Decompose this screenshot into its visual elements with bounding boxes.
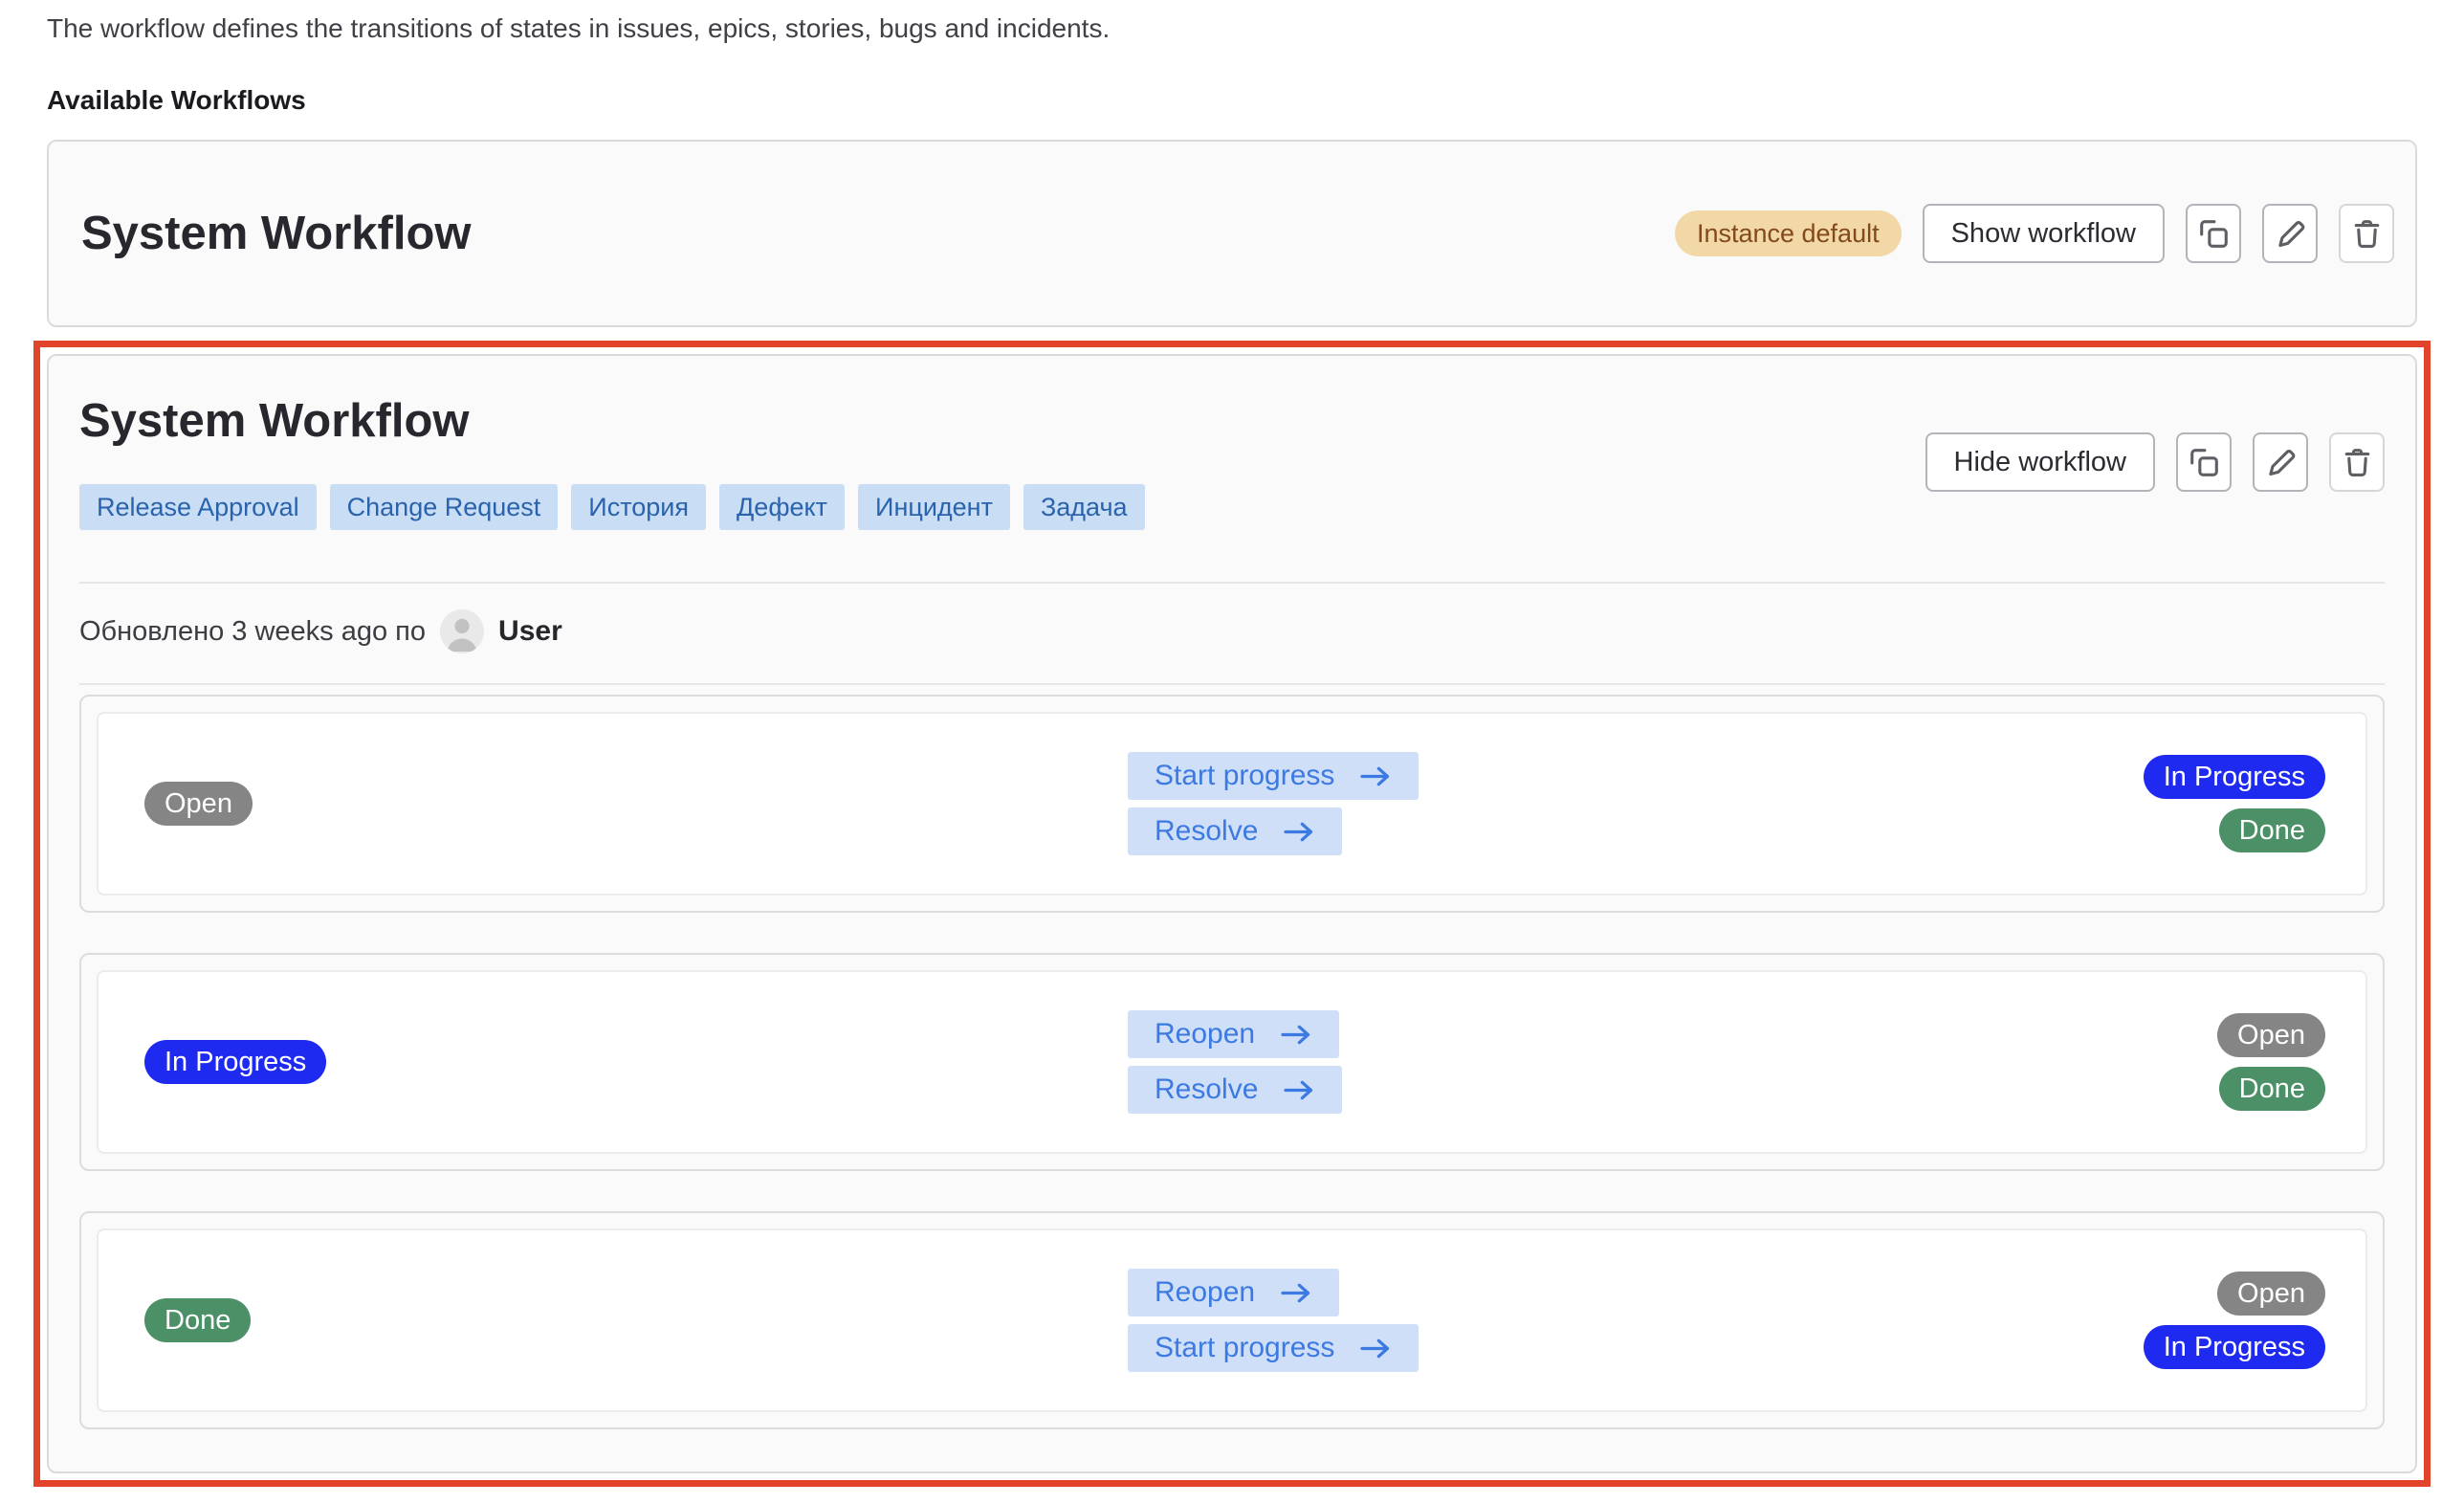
updated-text: Обновлено 3 weeks ago по xyxy=(79,616,426,648)
from-state: Open xyxy=(144,782,253,826)
pencil-icon xyxy=(2266,448,2296,477)
transition-label: Reopen xyxy=(1155,1276,1255,1309)
to-states: In Progress Done xyxy=(2144,755,2325,852)
arrow-right-icon xyxy=(1359,1337,1392,1360)
transition-label: Resolve xyxy=(1155,1073,1258,1106)
transition-button-reopen[interactable]: Reopen xyxy=(1128,1269,1339,1316)
transition-button-resolve[interactable]: Resolve xyxy=(1128,807,1342,855)
show-workflow-button[interactable]: Show workflow xyxy=(1923,204,2165,263)
user-name: User xyxy=(498,615,562,648)
delete-workflow-button[interactable] xyxy=(2339,204,2394,263)
arrow-right-icon xyxy=(1359,764,1392,788)
transition-button-start-progress[interactable]: Start progress xyxy=(1128,1324,1419,1372)
tag-defect: Дефект xyxy=(719,484,845,530)
instance-default-badge: Instance default xyxy=(1675,210,1902,256)
workflow-title: System Workflow xyxy=(81,207,472,260)
transition-group-open: Open Start progress Resolve In Progress Done xyxy=(79,695,2385,913)
workflow-card-selected: System Workflow Release Approval Change … xyxy=(47,354,2417,1473)
available-workflows-heading: Available Workflows xyxy=(47,84,2417,117)
state-pill-done: Done xyxy=(144,1298,251,1342)
transition-button-resolve[interactable]: Resolve xyxy=(1128,1066,1342,1114)
state-pill-done: Done xyxy=(2219,1067,2325,1111)
transition-actions: Reopen Resolve xyxy=(1128,1010,1342,1114)
edit-workflow-button[interactable] xyxy=(2262,204,2318,263)
tag-incident: Инцидент xyxy=(858,484,1010,530)
transition-group-in-progress: In Progress Reopen Resolve Open Done xyxy=(79,953,2385,1171)
to-states: Open In Progress xyxy=(2144,1272,2325,1369)
arrow-right-icon xyxy=(1283,1078,1315,1102)
workflow-header: System Workflow Release Approval Change … xyxy=(79,394,2385,530)
transition-actions: Reopen Start progress xyxy=(1128,1269,1419,1372)
duplicate-icon xyxy=(2189,448,2219,477)
state-pill-open: Open xyxy=(2217,1013,2325,1057)
transition-label: Resolve xyxy=(1155,815,1258,848)
duplicate-workflow-button[interactable] xyxy=(2186,204,2241,263)
hide-workflow-button[interactable]: Hide workflow xyxy=(1925,432,2156,492)
divider xyxy=(79,683,2385,685)
edit-workflow-button[interactable] xyxy=(2253,432,2308,492)
transition-button-reopen[interactable]: Reopen xyxy=(1128,1010,1339,1058)
transition-rows: OpenStart progressResolveIn ProgressDone… xyxy=(79,695,2385,1429)
duplicate-workflow-button[interactable] xyxy=(2176,432,2232,492)
transition-card: In Progress Reopen Resolve Open Done xyxy=(97,970,2367,1154)
arrow-right-icon xyxy=(1283,820,1315,844)
trash-icon xyxy=(2352,219,2382,249)
workflow-controls: Hide workflow xyxy=(1925,432,2386,492)
state-pill-in-progress: In Progress xyxy=(144,1040,326,1084)
from-state: In Progress xyxy=(144,1040,326,1084)
to-states: Open Done xyxy=(2217,1013,2325,1111)
tag-release-approval: Release Approval xyxy=(79,484,317,530)
transition-card: Done Reopen Start progress Open In Progress xyxy=(97,1228,2367,1412)
transition-card: Open Start progress Resolve In Progress Done xyxy=(97,712,2367,896)
workflow-card-default: System Workflow Instance default Show wo… xyxy=(47,140,2417,327)
tag-change-request: Change Request xyxy=(330,484,559,530)
transition-label: Reopen xyxy=(1155,1018,1255,1051)
delete-workflow-button[interactable] xyxy=(2329,432,2385,492)
tag-task: Задача xyxy=(1023,484,1145,530)
arrow-right-icon xyxy=(1280,1023,1312,1047)
tag-story: История xyxy=(571,484,706,530)
transition-actions: Start progress Resolve xyxy=(1128,752,1419,855)
duplicate-icon xyxy=(2199,219,2229,249)
state-pill-open: Open xyxy=(2217,1272,2325,1316)
pencil-icon xyxy=(2276,219,2305,249)
user-avatar xyxy=(440,609,484,653)
arrow-right-icon xyxy=(1280,1281,1312,1305)
divider xyxy=(79,582,2385,584)
workflow-tags: Release Approval Change Request История … xyxy=(79,484,1145,530)
workflow-title: System Workflow xyxy=(79,394,1145,448)
transition-group-done: Done Reopen Start progress Open In Progress xyxy=(79,1211,2385,1429)
workflows-page: The workflow defines the transitions of … xyxy=(0,0,2464,1487)
updated-info: Обновлено 3 weeks ago по User xyxy=(79,608,2385,654)
selection-highlight-border: System Workflow Release Approval Change … xyxy=(33,341,2431,1487)
state-pill-done: Done xyxy=(2219,808,2325,852)
transition-label: Start progress xyxy=(1155,1332,1334,1364)
from-state: Done xyxy=(144,1298,251,1342)
transition-button-start-progress[interactable]: Start progress xyxy=(1128,752,1419,800)
transition-label: Start progress xyxy=(1155,760,1334,792)
workflow-controls: Instance default Show workflow xyxy=(1675,204,2394,263)
page-description: The workflow defines the transitions of … xyxy=(47,11,2417,46)
state-pill-in-progress: In Progress xyxy=(2144,755,2325,799)
trash-icon xyxy=(2343,448,2372,477)
state-pill-open: Open xyxy=(144,782,253,826)
workflow-title-block: System Workflow Release Approval Change … xyxy=(79,394,1145,530)
state-pill-in-progress: In Progress xyxy=(2144,1325,2325,1369)
